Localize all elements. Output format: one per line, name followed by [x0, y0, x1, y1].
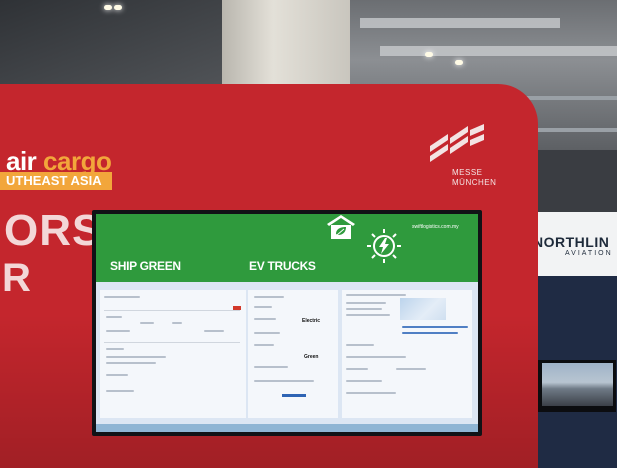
ship-green-heading: SHIP GREEN	[110, 259, 181, 273]
form-text	[106, 362, 156, 364]
concrete-pillar	[222, 0, 350, 95]
summary-label	[346, 368, 368, 370]
summary-text	[346, 392, 396, 394]
vehicle-field-label	[254, 306, 272, 308]
route-map-thumbnail	[400, 298, 446, 320]
promo-link[interactable]	[402, 332, 458, 334]
display-screen: swiftlogistics.com.my SHIP GREEN EV TRUC…	[96, 214, 478, 432]
ceiling-duct	[380, 46, 617, 56]
summary-label	[346, 344, 374, 346]
form-submit-button[interactable]	[233, 306, 241, 310]
form-label	[106, 390, 134, 392]
booth-large-text: ORS	[4, 206, 103, 255]
form-divider	[104, 342, 240, 343]
vehicle-type-value: Electric	[302, 318, 321, 324]
logo-region-strip: UTHEAST ASIA	[0, 172, 112, 190]
vehicle-field-label	[254, 296, 284, 298]
small-monitor-screen	[542, 363, 613, 406]
form-heading	[104, 296, 140, 298]
screen-bottom-bar	[96, 424, 478, 432]
neighbor-booth-name: NORTHLIN	[533, 234, 610, 250]
messe-muenchen-logo-icon	[430, 124, 484, 162]
ceiling-lamp	[425, 52, 433, 57]
vehicle-field-label	[254, 344, 274, 346]
summary-text	[346, 302, 386, 304]
form-label	[106, 316, 122, 318]
vehicle-field-label	[254, 366, 288, 368]
summary-text	[346, 308, 382, 310]
leaf-house-icon	[327, 215, 355, 239]
ceiling-lamp	[455, 60, 463, 65]
form-label	[106, 330, 130, 332]
summary-label	[346, 380, 382, 382]
photo-scene: NORTHLIN AVIATION air cargo UTHEAST ASIA…	[0, 0, 617, 468]
vehicle-details-panel	[248, 290, 338, 418]
form-label	[106, 374, 128, 376]
ceiling-lamp	[104, 5, 112, 10]
ev-trucks-heading: EV TRUCKS	[249, 259, 316, 273]
summary-text	[346, 314, 390, 316]
summary-text	[396, 368, 426, 370]
summary-text	[346, 356, 406, 358]
messe-muenchen-wordmark: MESSE MÜNCHEN	[452, 168, 496, 188]
muenchen-word: MÜNCHEN	[452, 178, 497, 187]
booth-large-text-line2: R	[2, 256, 31, 300]
promo-link[interactable]	[402, 326, 468, 328]
emission-value: Green	[304, 354, 319, 360]
form-label	[140, 322, 154, 324]
form-label	[106, 348, 124, 350]
summary-heading	[346, 294, 406, 296]
form-label	[172, 322, 182, 324]
form-label	[204, 330, 224, 332]
site-url: swiftlogistics.com.my	[412, 224, 459, 230]
form-divider	[104, 310, 240, 311]
lightning-bolt-icon	[367, 229, 401, 263]
form-text	[106, 356, 166, 358]
vehicle-field-label	[254, 332, 280, 334]
vehicle-field-label	[254, 318, 276, 320]
ceiling-duct	[360, 18, 560, 28]
messe-word: MESSE	[452, 168, 483, 177]
vehicle-field-text	[254, 380, 314, 382]
ceiling-lamp	[114, 5, 122, 10]
neighbor-booth-subtitle: AVIATION	[565, 250, 613, 257]
vehicle-progress-bar	[282, 394, 306, 397]
